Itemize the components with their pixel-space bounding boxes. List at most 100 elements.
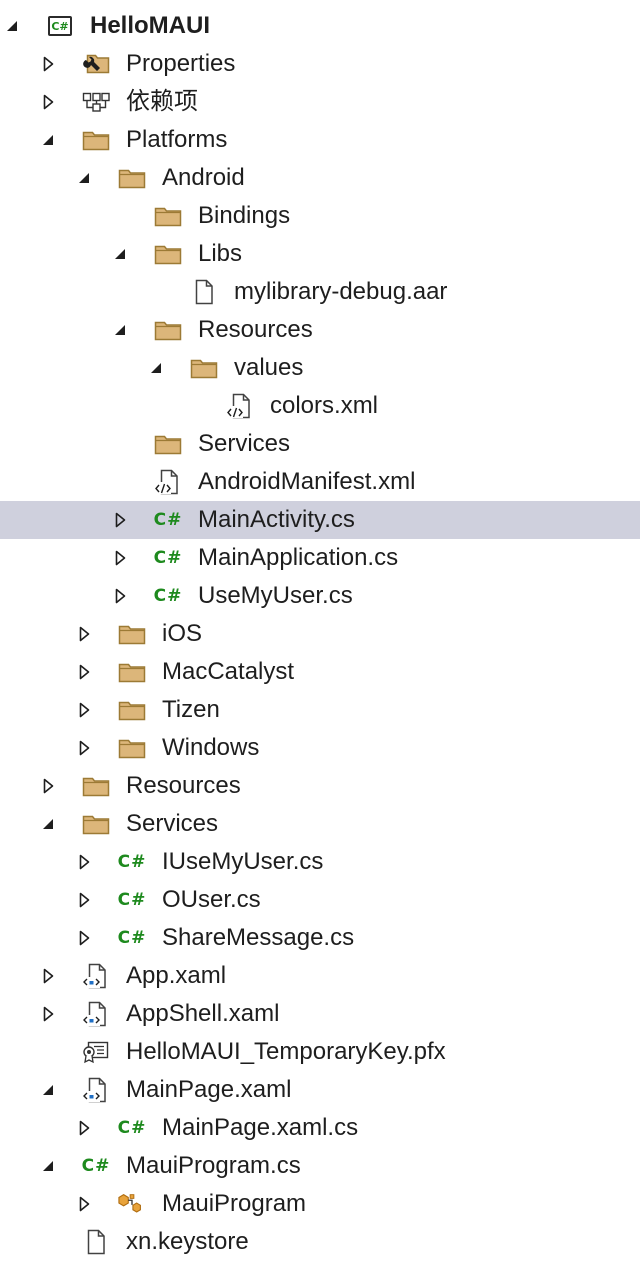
- folder-icon: [190, 356, 218, 380]
- tree-item[interactable]: Bindings: [0, 197, 640, 235]
- csharp-file-icon: C#: [117, 928, 147, 948]
- tree-item-label: Platforms: [126, 126, 228, 153]
- tree-item[interactable]: Platforms: [0, 121, 640, 159]
- xml-file-icon: [226, 393, 254, 419]
- tree-item-label: HelloMAUI_TemporaryKey.pfx: [126, 1038, 446, 1065]
- collapsed-arrow-icon[interactable]: [40, 94, 56, 110]
- xaml-file-icon: [82, 1077, 110, 1103]
- properties-folder-icon: [82, 52, 110, 76]
- tree-item-label: Properties: [126, 50, 236, 77]
- tree-item-label: UseMyUser.cs: [198, 582, 353, 609]
- tree-item-label: HelloMAUI: [90, 12, 210, 39]
- collapsed-arrow-icon[interactable]: [112, 550, 128, 566]
- collapsed-arrow-icon[interactable]: [76, 664, 92, 680]
- tree-item-label: colors.xml: [270, 392, 379, 419]
- expanded-arrow-icon[interactable]: [4, 18, 20, 34]
- tree-item[interactable]: AndroidManifest.xml: [0, 463, 640, 501]
- tree-item[interactable]: Tizen: [0, 691, 640, 729]
- collapsed-arrow-icon[interactable]: [76, 626, 92, 642]
- csharp-file-icon: C#: [153, 510, 183, 530]
- tree-item[interactable]: mylibrary-debug.aar: [0, 273, 640, 311]
- tree-item[interactable]: Services: [0, 805, 640, 843]
- tree-item-label: Windows: [162, 734, 260, 761]
- tree-item-label: MacCatalyst: [162, 658, 295, 685]
- collapsed-arrow-icon[interactable]: [76, 1120, 92, 1136]
- expanded-arrow-icon[interactable]: [40, 1082, 56, 1098]
- collapsed-arrow-icon[interactable]: [40, 778, 56, 794]
- tree-item-label: Resources: [198, 316, 313, 343]
- tree-item[interactable]: Libs: [0, 235, 640, 273]
- folder-icon: [154, 204, 182, 228]
- tree-item[interactable]: MainPage.xaml: [0, 1071, 640, 1109]
- class-icon: [118, 1192, 146, 1216]
- tree-item[interactable]: xn.keystore: [0, 1223, 640, 1261]
- expanded-arrow-icon[interactable]: [40, 1158, 56, 1174]
- csharp-file-icon: C#: [117, 1118, 147, 1138]
- tree-item[interactable]: AppShell.xaml: [0, 995, 640, 1033]
- tree-item-label: values: [234, 354, 304, 381]
- expanded-arrow-icon[interactable]: [112, 246, 128, 262]
- tree-item-label: IUseMyUser.cs: [162, 848, 324, 875]
- folder-icon: [154, 318, 182, 342]
- folder-icon: [82, 812, 110, 836]
- tree-item[interactable]: C# ShareMessage.cs: [0, 919, 640, 957]
- expanded-arrow-icon[interactable]: [40, 816, 56, 832]
- tree-item-label: MainPage.xaml.cs: [162, 1114, 359, 1141]
- tree-item[interactable]: MacCatalyst: [0, 653, 640, 691]
- file-icon: [190, 279, 218, 305]
- tree-item-label: iOS: [162, 620, 203, 647]
- collapsed-arrow-icon[interactable]: [76, 892, 92, 908]
- tree-item-label: OUser.cs: [162, 886, 261, 913]
- tree-item[interactable]: 依赖项: [0, 83, 640, 121]
- expanded-arrow-icon[interactable]: [40, 132, 56, 148]
- collapsed-arrow-icon[interactable]: [40, 968, 56, 984]
- dependencies-icon: [82, 90, 110, 114]
- collapsed-arrow-icon[interactable]: [40, 1006, 56, 1022]
- tree-item[interactable]: Resources: [0, 767, 640, 805]
- tree-item[interactable]: iOS: [0, 615, 640, 653]
- expanded-arrow-icon[interactable]: [112, 322, 128, 338]
- tree-item[interactable]: Services: [0, 425, 640, 463]
- csharp-file-icon: C#: [81, 1156, 111, 1176]
- tree-item[interactable]: C# HelloMAUI: [0, 7, 640, 45]
- tree-item-label: Tizen: [162, 696, 220, 723]
- collapsed-arrow-icon[interactable]: [76, 702, 92, 718]
- tree-item[interactable]: Properties: [0, 45, 640, 83]
- tree-item[interactable]: colors.xml: [0, 387, 640, 425]
- tree-item-label: MainActivity.cs: [198, 506, 355, 533]
- collapsed-arrow-icon[interactable]: [76, 854, 92, 870]
- tree-item[interactable]: C# MainPage.xaml.cs: [0, 1109, 640, 1147]
- tree-item[interactable]: Android: [0, 159, 640, 197]
- solution-explorer-tree: C# HelloMAUI Properties 依赖项 Platforms Android…: [0, 0, 640, 1262]
- tree-item[interactable]: C# UseMyUser.cs: [0, 577, 640, 615]
- tree-item[interactable]: C# IUseMyUser.cs: [0, 843, 640, 881]
- xml-file-icon: [154, 469, 182, 495]
- tree-item[interactable]: C# OUser.cs: [0, 881, 640, 919]
- folder-icon: [82, 774, 110, 798]
- folder-icon: [154, 242, 182, 266]
- xaml-file-icon: [82, 963, 110, 989]
- tree-item[interactable]: C# MauiProgram.cs: [0, 1147, 640, 1185]
- collapsed-arrow-icon[interactable]: [40, 56, 56, 72]
- csharp-file-icon: C#: [153, 548, 183, 568]
- tree-item[interactable]: Resources: [0, 311, 640, 349]
- tree-item[interactable]: MauiProgram: [0, 1185, 640, 1223]
- collapsed-arrow-icon[interactable]: [112, 588, 128, 604]
- tree-item-label: App.xaml: [126, 962, 227, 989]
- expanded-arrow-icon[interactable]: [76, 170, 92, 186]
- collapsed-arrow-icon[interactable]: [112, 512, 128, 528]
- tree-item[interactable]: C# MainApplication.cs: [0, 539, 640, 577]
- tree-item-label: AndroidManifest.xml: [198, 468, 416, 495]
- tree-item[interactable]: App.xaml: [0, 957, 640, 995]
- tree-item[interactable]: C# MainActivity.cs: [0, 501, 640, 539]
- xaml-file-icon: [82, 1001, 110, 1027]
- collapsed-arrow-icon[interactable]: [76, 930, 92, 946]
- tree-item-label: 依赖项: [126, 88, 198, 115]
- tree-item[interactable]: values: [0, 349, 640, 387]
- collapsed-arrow-icon[interactable]: [76, 740, 92, 756]
- expanded-arrow-icon[interactable]: [148, 360, 164, 376]
- collapsed-arrow-icon[interactable]: [76, 1196, 92, 1212]
- folder-icon: [118, 736, 146, 760]
- tree-item[interactable]: HelloMAUI_TemporaryKey.pfx: [0, 1033, 640, 1071]
- tree-item[interactable]: Windows: [0, 729, 640, 767]
